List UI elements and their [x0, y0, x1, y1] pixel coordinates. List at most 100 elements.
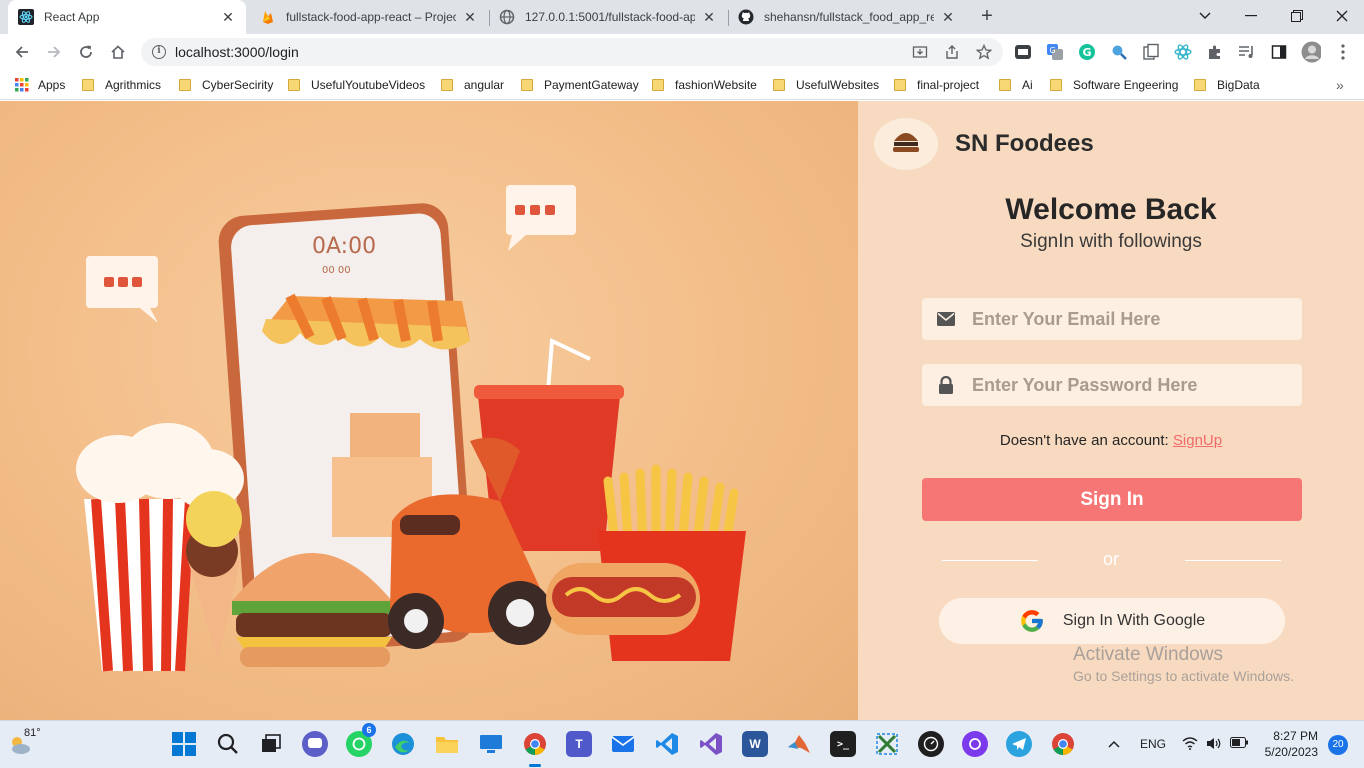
install-app-icon[interactable]: [910, 42, 930, 62]
ice-cream-cone: [186, 491, 242, 661]
svg-text:0A:00: 0A:00: [312, 234, 376, 259]
address-bar[interactable]: i localhost:3000/login: [141, 38, 1003, 66]
close-tab-icon[interactable]: ✕: [701, 9, 717, 25]
reload-button[interactable]: [73, 39, 99, 65]
github-icon: [738, 9, 754, 25]
wifi-icon[interactable]: [1182, 737, 1198, 753]
close-tab-icon[interactable]: ✕: [220, 9, 236, 25]
site-info-icon[interactable]: i: [152, 45, 166, 59]
battery-icon[interactable]: [1230, 737, 1248, 751]
restore-button[interactable]: [1275, 0, 1319, 32]
tab-react-app[interactable]: React App ✕: [8, 0, 246, 34]
svg-text:G: G: [1083, 46, 1092, 59]
snipping-tool-icon[interactable]: [874, 731, 900, 757]
forward-button[interactable]: [41, 39, 67, 65]
close-window-button[interactable]: [1320, 0, 1364, 32]
tab-github[interactable]: shehansn/fullstack_food_app_rea ✕: [728, 0, 966, 34]
bookmark-folder[interactable]: PaymentGateway: [521, 76, 639, 94]
signin-button[interactable]: Sign In: [922, 478, 1302, 521]
kebab-menu-icon[interactable]: [1333, 42, 1353, 62]
hot-dog: [546, 563, 700, 635]
bookmark-folder[interactable]: Agrithmics: [82, 76, 161, 94]
terminal-icon[interactable]: >_: [830, 731, 856, 757]
edge-browser-icon[interactable]: [390, 731, 416, 757]
new-tab-button[interactable]: +: [976, 6, 998, 28]
close-tab-icon[interactable]: ✕: [940, 9, 956, 25]
bookmark-label: angular: [464, 78, 505, 92]
copy-extension-icon[interactable]: [1141, 42, 1161, 62]
bookmark-folder[interactable]: UsefulYoutubeVideos: [288, 76, 425, 94]
home-button[interactable]: [105, 39, 131, 65]
chat-app-icon[interactable]: [302, 731, 328, 757]
show-hidden-icons-chevron-icon[interactable]: [1108, 737, 1120, 751]
react-devtools-icon[interactable]: [1173, 42, 1193, 62]
bookmark-folder[interactable]: BigData: [1194, 76, 1260, 94]
whatsapp-icon[interactable]: 6: [346, 723, 376, 757]
bookmark-folder[interactable]: Software Engeering: [1050, 76, 1178, 94]
lock-icon: [936, 376, 956, 394]
vscode-icon[interactable]: [654, 731, 680, 757]
volume-icon[interactable]: [1206, 737, 1222, 753]
password-input[interactable]: [972, 374, 1292, 396]
mail-icon[interactable]: [610, 731, 636, 757]
chrome-secondary-icon[interactable]: [1050, 731, 1076, 757]
google-icon: [1021, 610, 1043, 632]
extension-icon[interactable]: [1013, 42, 1033, 62]
puzzle-extensions-icon[interactable]: [1205, 42, 1225, 62]
react-icon: [18, 9, 34, 25]
clock-app-icon[interactable]: [918, 731, 944, 757]
tab-localhost-5001[interactable]: 127.0.0.1:5001/fullstack-food-app ✕: [489, 0, 727, 34]
notification-badge[interactable]: 20: [1328, 735, 1348, 755]
email-input[interactable]: [972, 308, 1292, 330]
tab-search-icon[interactable]: [1183, 0, 1227, 32]
word-icon[interactable]: W: [742, 731, 768, 757]
chrome-icon[interactable]: [522, 731, 548, 767]
task-view-icon[interactable]: [258, 731, 284, 757]
bookmark-star-icon[interactable]: [974, 42, 994, 62]
search-icon[interactable]: [215, 731, 241, 757]
back-button[interactable]: [9, 39, 35, 65]
start-button[interactable]: [171, 731, 197, 757]
remote-desktop-icon[interactable]: [478, 731, 504, 757]
folder-icon: [179, 79, 191, 91]
bookmark-folder[interactable]: fashionWebsite: [652, 76, 757, 94]
signup-link[interactable]: SignUp: [1173, 432, 1222, 449]
visual-studio-icon[interactable]: [698, 731, 724, 757]
profile-avatar[interactable]: [1301, 41, 1321, 63]
tab-title: React App: [44, 10, 100, 24]
tab-firebase[interactable]: fullstack-food-app-react – Projec ✕: [250, 0, 488, 34]
system-clock[interactable]: 8:27 PM 5/20/2023: [1262, 728, 1318, 760]
media-control-icon[interactable]: [1237, 42, 1257, 62]
page-content: 0A:00 00 00 SN Foodees Welcome Back Sign…: [0, 101, 1364, 720]
minimize-button[interactable]: [1229, 0, 1273, 32]
grammarly-icon[interactable]: G: [1077, 42, 1097, 62]
email-field[interactable]: [922, 298, 1302, 340]
side-panel-icon[interactable]: [1269, 42, 1289, 62]
bookmark-label: Ai: [1022, 78, 1033, 92]
file-explorer-icon[interactable]: [434, 731, 460, 757]
share-icon[interactable]: [942, 42, 962, 62]
telegram-icon[interactable]: [1006, 731, 1032, 757]
page-title: Welcome Back: [1005, 193, 1217, 226]
teams-icon[interactable]: T: [566, 731, 592, 757]
bookmark-folder[interactable]: angular: [441, 76, 504, 94]
more-bookmarks-chevron-icon[interactable]: »: [1336, 76, 1344, 94]
bookmark-folder[interactable]: final-project: [894, 76, 979, 94]
language-indicator[interactable]: ENG: [1140, 737, 1166, 751]
bookmark-apps[interactable]: Apps: [15, 76, 65, 94]
github-desktop-icon[interactable]: [962, 731, 988, 757]
burger-logo-icon: [893, 133, 919, 152]
bookmark-folder[interactable]: UsefulWebsites: [773, 76, 879, 94]
clock-date: 5/20/2023: [1264, 745, 1318, 759]
bookmark-folder[interactable]: CyberSecirity: [179, 76, 273, 94]
folder-icon: [1050, 79, 1062, 91]
brand: SN Foodees: [874, 118, 1094, 170]
translate-icon[interactable]: G: [1045, 42, 1065, 62]
bookmark-folder[interactable]: Ai: [999, 76, 1033, 94]
google-signin-button[interactable]: Sign In With Google: [939, 598, 1285, 644]
search-extension-icon[interactable]: [1109, 42, 1129, 62]
password-field[interactable]: [922, 364, 1302, 406]
matlab-icon[interactable]: [786, 731, 812, 757]
bookmark-label: UsefulYoutubeVideos: [311, 78, 426, 92]
close-tab-icon[interactable]: ✕: [462, 9, 478, 25]
